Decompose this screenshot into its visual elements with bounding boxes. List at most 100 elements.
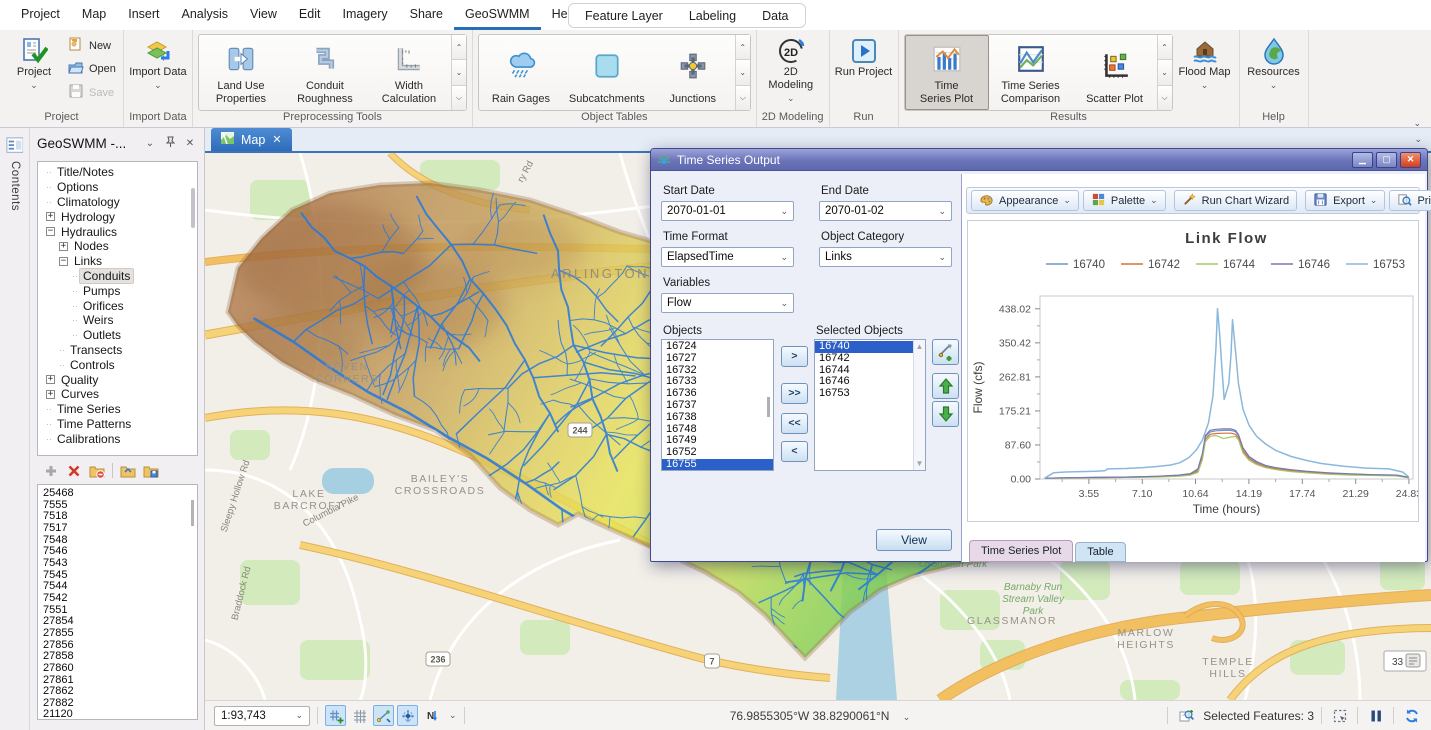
move-all-left-button[interactable]: <<	[781, 413, 808, 434]
dialog-title-bar[interactable]: Time Series Output ▁ ▢ ✕	[651, 149, 1427, 171]
select-from-map-button[interactable]	[932, 339, 959, 365]
tab-data[interactable]: Data	[749, 9, 801, 23]
tree-item-title-notes[interactable]: Title/Notes	[54, 165, 117, 179]
resources-button[interactable]: Resources⌄	[1245, 32, 1303, 92]
menu-map[interactable]: Map	[71, 0, 117, 30]
tree-item-controls[interactable]: Controls	[67, 358, 118, 372]
view-button[interactable]: View	[876, 529, 952, 551]
list-item[interactable]: 7542	[43, 593, 197, 605]
tree-scrollbar[interactable]	[191, 188, 195, 228]
project-button[interactable]: Project⌄	[5, 32, 63, 92]
delete-all-folder-icon[interactable]	[89, 463, 105, 479]
move-all-right-button[interactable]: >>	[781, 383, 808, 404]
tree-item-hydraulics[interactable]: Hydraulics	[58, 225, 120, 239]
time-series-plot-button[interactable]: TimeSeries Plot	[905, 35, 989, 110]
legend-entry[interactable]: 16740	[1073, 259, 1105, 271]
palette-button[interactable]: Palette⌄	[1083, 190, 1166, 211]
menu-analysis[interactable]: Analysis	[171, 0, 240, 30]
snap-center-button[interactable]	[397, 705, 418, 726]
list-item[interactable]: 16753	[815, 388, 925, 400]
contents-collapsed-pane[interactable]: Contents	[0, 128, 30, 730]
new-button[interactable]: New	[68, 36, 116, 55]
tree-item-time-series[interactable]: Time Series	[54, 402, 124, 416]
gallery-expand-icon[interactable]: ⌵	[1158, 86, 1172, 110]
menu-share[interactable]: Share	[399, 0, 454, 30]
north-arrow-button[interactable]: N	[421, 705, 442, 726]
open-folder-small-icon[interactable]	[120, 463, 136, 479]
menu-imagery[interactable]: Imagery	[331, 0, 398, 30]
legend-entry[interactable]: 16744	[1223, 259, 1256, 271]
refresh-button[interactable]	[1401, 705, 1422, 726]
map-corner-widget[interactable]: 33	[1392, 657, 1404, 668]
panel-pin-icon[interactable]	[163, 136, 177, 151]
resources-dropdown-icon[interactable]: ⌄	[1270, 79, 1278, 92]
tree-item-calibrations[interactable]: Calibrations	[54, 432, 123, 446]
chart-tab-table[interactable]: Table	[1075, 542, 1125, 562]
gallery-up-icon[interactable]: ⌃	[1158, 35, 1172, 60]
tree-item-nodes[interactable]: Nodes	[71, 239, 112, 253]
tree-item-outlets[interactable]: Outlets	[80, 328, 124, 342]
north-arrow-chevron-icon[interactable]: ⌄	[449, 710, 457, 721]
tab-labeling[interactable]: Labeling	[676, 9, 749, 23]
flood-map-button[interactable]: Flood Map⌄	[1176, 32, 1234, 92]
list-item[interactable]: 16727	[662, 353, 773, 365]
width-calculation-button[interactable]: WidthCalculation	[367, 35, 451, 110]
list-item[interactable]: 21120	[43, 709, 197, 720]
move-down-button[interactable]	[932, 401, 959, 427]
move-up-button[interactable]	[932, 373, 959, 399]
2d-modeling-dropdown-icon[interactable]: ⌄	[787, 92, 795, 105]
list-item[interactable]: 16738	[662, 412, 773, 424]
appearance-button[interactable]: Appearance⌄	[971, 190, 1079, 211]
print-options-button[interactable]: Print Options	[1389, 190, 1431, 211]
map-tab-close-icon[interactable]: ✕	[272, 133, 281, 146]
expand-plus-icon[interactable]: +	[46, 212, 55, 221]
time-format-combo[interactable]: ElapsedTime⌄	[661, 247, 794, 267]
scroll-up-icon[interactable]: ▲	[916, 342, 924, 351]
end-date-combo[interactable]: 2070-01-02⌄	[819, 201, 952, 221]
selected-features-count[interactable]: Selected Features: 3	[1203, 709, 1314, 723]
gallery-up-icon[interactable]: ⌃	[452, 35, 466, 60]
tree-item-orifices[interactable]: Orifices	[80, 299, 127, 313]
gallery-expand-icon[interactable]: ⌵	[736, 86, 750, 110]
spatial-select-button[interactable]	[1329, 705, 1350, 726]
dialog-maximize-button[interactable]: ▢	[1376, 152, 1397, 168]
tree-item-hydrology[interactable]: Hydrology	[58, 210, 118, 224]
open-button[interactable]: Open	[68, 60, 116, 79]
map-scale-combo[interactable]: 1:93,743⌄	[214, 706, 310, 726]
project-dropdown-icon[interactable]: ⌄	[30, 79, 38, 92]
gallery-up-icon[interactable]: ⌃	[736, 35, 750, 60]
tree-item-options[interactable]: Options	[54, 180, 101, 194]
subcatchments-button[interactable]: Subcatchments	[563, 35, 651, 110]
grid-plus-button[interactable]	[325, 705, 346, 726]
tree-item-conduits[interactable]: Conduits	[80, 269, 133, 283]
gallery-down-icon[interactable]: ⌄	[736, 60, 750, 85]
tree-item-weirs[interactable]: Weirs	[80, 313, 116, 327]
pause-button[interactable]	[1365, 705, 1386, 726]
list-item[interactable]: 7517	[43, 523, 197, 535]
tree-item-curves[interactable]: Curves	[58, 387, 102, 401]
selected-objects-listbox[interactable]: 1674016742167441674616753▲▼	[814, 339, 926, 471]
chart-tab-time-series-plot[interactable]: Time Series Plot	[969, 540, 1073, 562]
tree-item-links[interactable]: Links	[71, 254, 105, 268]
tree-item-quality[interactable]: Quality	[58, 373, 101, 387]
map-tab[interactable]: Map ✕	[211, 128, 292, 151]
object-category-combo[interactable]: Links⌄	[819, 247, 952, 267]
list-item[interactable]: 7543	[43, 558, 197, 570]
dialog-minimize-button[interactable]: ▁	[1352, 152, 1373, 168]
expand-plus-icon[interactable]: +	[46, 390, 55, 399]
import-data-dropdown-icon[interactable]: ⌄	[154, 79, 162, 92]
add-plus-icon[interactable]	[43, 463, 59, 479]
grid-button[interactable]	[349, 705, 370, 726]
land-use-properties-button[interactable]: Land UseProperties	[199, 35, 283, 110]
tree-item-transects[interactable]: Transects	[67, 343, 125, 357]
delete-x-icon[interactable]	[66, 463, 82, 479]
flood-map-dropdown-icon[interactable]: ⌄	[1201, 79, 1209, 92]
menu-view[interactable]: View	[239, 0, 288, 30]
rain-gages-button[interactable]: Rain Gages	[479, 35, 563, 110]
gallery-down-icon[interactable]: ⌄	[1158, 60, 1172, 85]
collapse-minus-icon[interactable]: −	[59, 257, 68, 266]
conduit-id-list[interactable]: 2546875557518751775487546754375457544754…	[37, 484, 198, 720]
dialog-close-button[interactable]: ✕	[1400, 152, 1421, 168]
tree-item-pumps[interactable]: Pumps	[80, 284, 123, 298]
save-folder-small-icon[interactable]	[143, 463, 159, 479]
